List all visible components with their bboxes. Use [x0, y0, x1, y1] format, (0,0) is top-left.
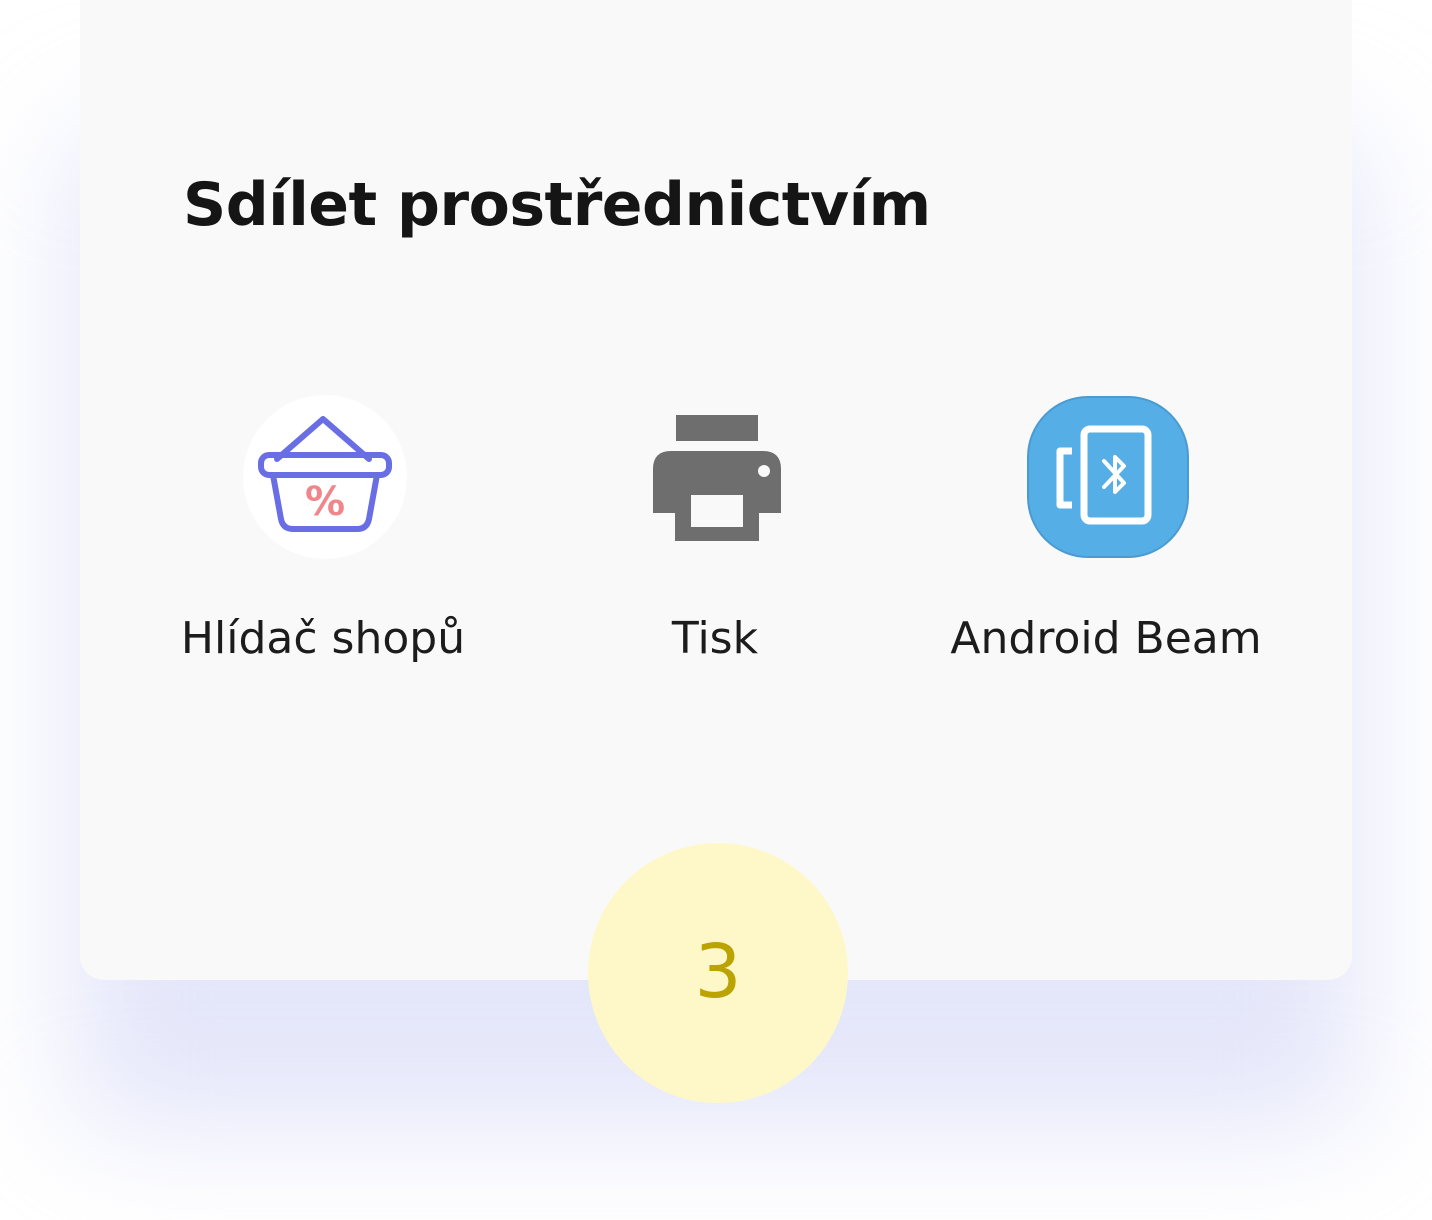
step-number-badge: 3	[588, 843, 848, 1103]
share-target-label: Hlídač shopů	[180, 613, 466, 664]
share-dialog-title: Sdílet prostřednictvím	[183, 170, 931, 240]
shopping-basket-percent-icon: %	[243, 395, 407, 559]
share-target-hlidac-shopu[interactable]: % Hlídač shopů	[123, 395, 523, 685]
tutorial-step-screenshot: Sdílet prostřednictvím % Hlídač shopů Ti…	[0, 0, 1432, 1220]
printer-icon	[635, 395, 799, 559]
share-target-android-beam[interactable]: Android Beam	[906, 395, 1306, 685]
step-number: 3	[694, 929, 742, 1015]
android-beam-icon	[1026, 395, 1190, 559]
share-target-tisk[interactable]: Tisk	[515, 395, 915, 685]
svg-text:%: %	[305, 479, 345, 525]
share-target-label: Android Beam	[950, 613, 1262, 664]
share-target-label: Tisk	[671, 613, 759, 664]
